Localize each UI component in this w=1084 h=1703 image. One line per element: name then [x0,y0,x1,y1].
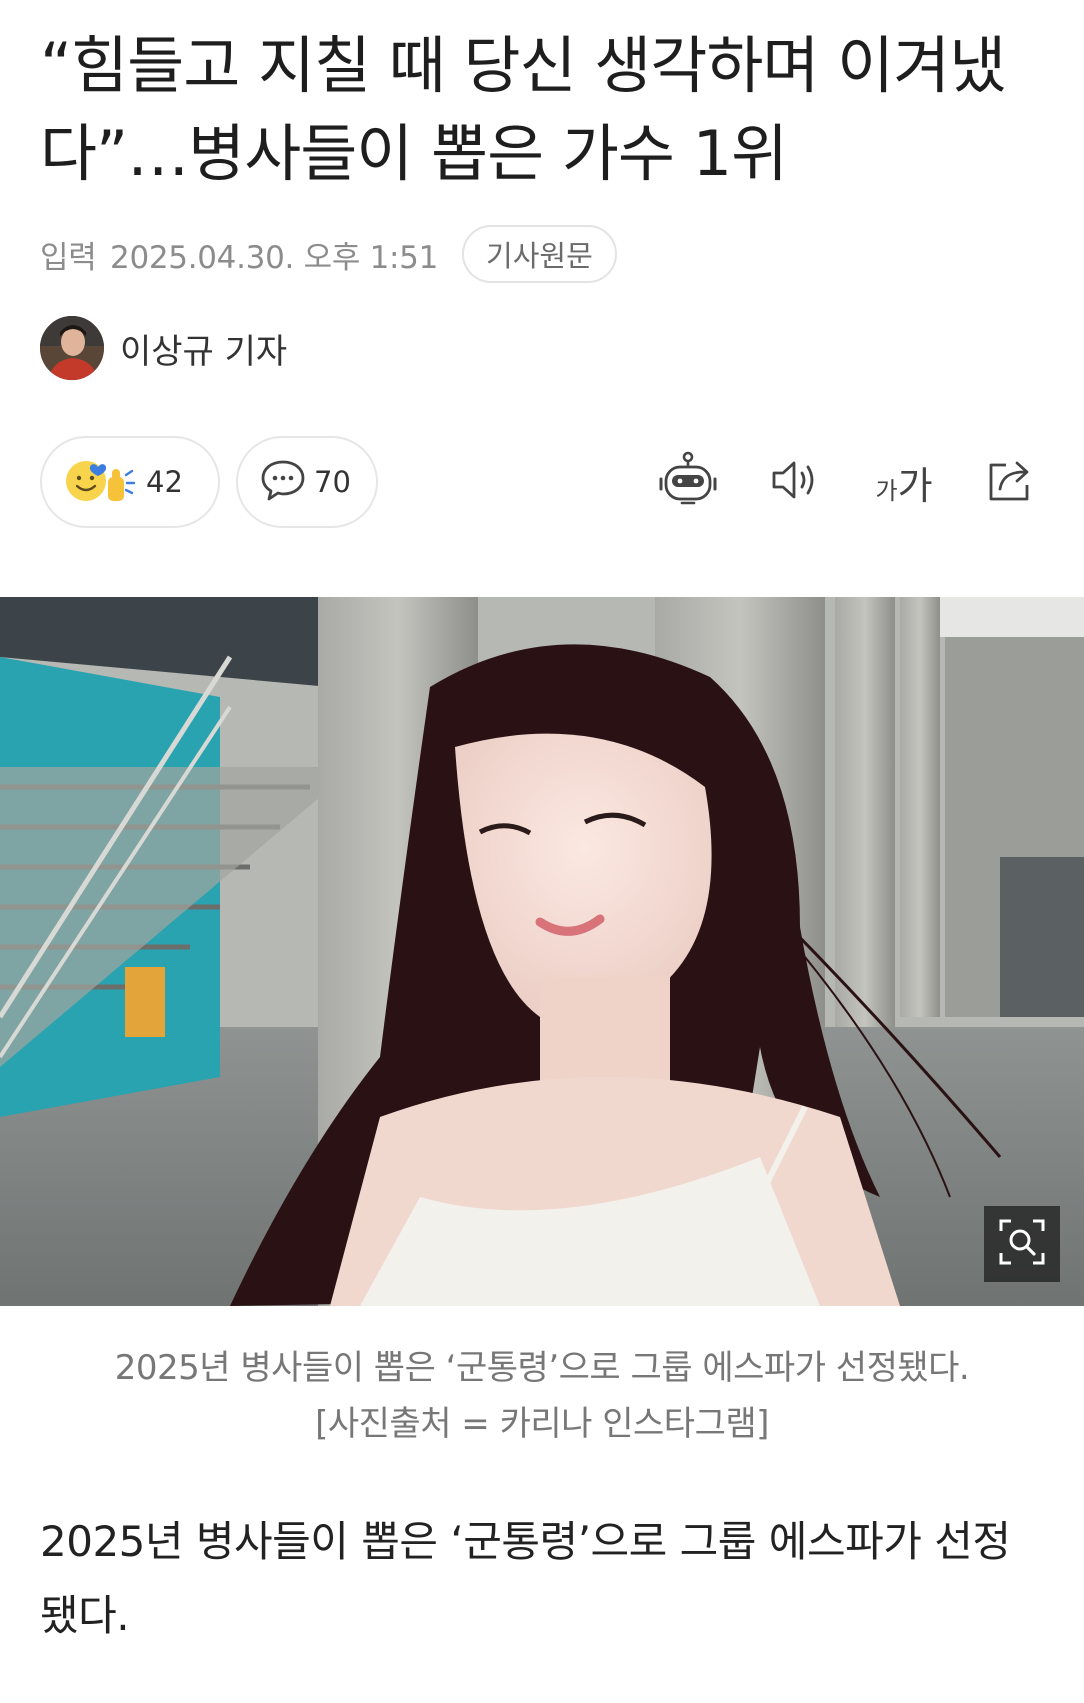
author-name[interactable]: 이상규 기자 [120,324,287,373]
author-avatar[interactable] [40,316,104,380]
publish-date-label: 입력 [40,239,97,276]
font-size-button[interactable]: 가가 [872,450,936,514]
smile-thumbs-icon [64,455,138,509]
article-paragraph: 2025년 병사들이 뽑은 ‘군통령’으로 그룹 에스파가 선정됐다. [40,1517,1011,1640]
publish-date-value: 2025.04.30. 오후 1:51 [110,239,439,276]
comment-button[interactable]: 70 [236,436,378,528]
magnifier-icon [998,1218,1046,1270]
article-meta: 입력 2025.04.30. 오후 1:51 기사원문 [40,224,1044,284]
text-to-speech-button[interactable] [764,450,828,514]
summary-button[interactable] [656,450,720,514]
speech-bubble-icon [260,458,306,506]
comment-count: 70 [314,465,351,499]
author-row[interactable]: 이상규 기자 [40,314,1044,382]
article-photo[interactable] [0,597,1084,1306]
action-bar: 42 70 가가 [40,434,1044,530]
article-title: “힘들고 지칠 때 당신 생각하며 이겨냈다”…병사들이 뽑은 가수 1위 [40,29,1006,190]
reaction-button[interactable]: 42 [40,436,220,528]
share-button[interactable] [980,450,1044,514]
article-tools: 가가 [612,450,1044,514]
font-size-icon: 가가 [875,463,933,508]
caption-line: 2025년 병사들이 뽑은 ‘군통령’으로 그룹 에스파가 선정됐다. [114,1348,970,1388]
caption-credit: [사진출처 = 카리나 인스타그램] [315,1404,769,1444]
robot-icon [658,451,718,513]
original-article-button[interactable]: 기사원문 [462,225,617,283]
reaction-count: 42 [146,465,183,499]
zoom-button[interactable] [984,1206,1060,1282]
photo-caption: 2025년 병사들이 뽑은 ‘군통령’으로 그룹 에스파가 선정됐다. [사진출… [0,1340,1084,1452]
speaker-icon [770,458,822,506]
share-icon [986,457,1038,507]
publish-date: 입력 2025.04.30. 오후 1:51 [40,232,438,277]
